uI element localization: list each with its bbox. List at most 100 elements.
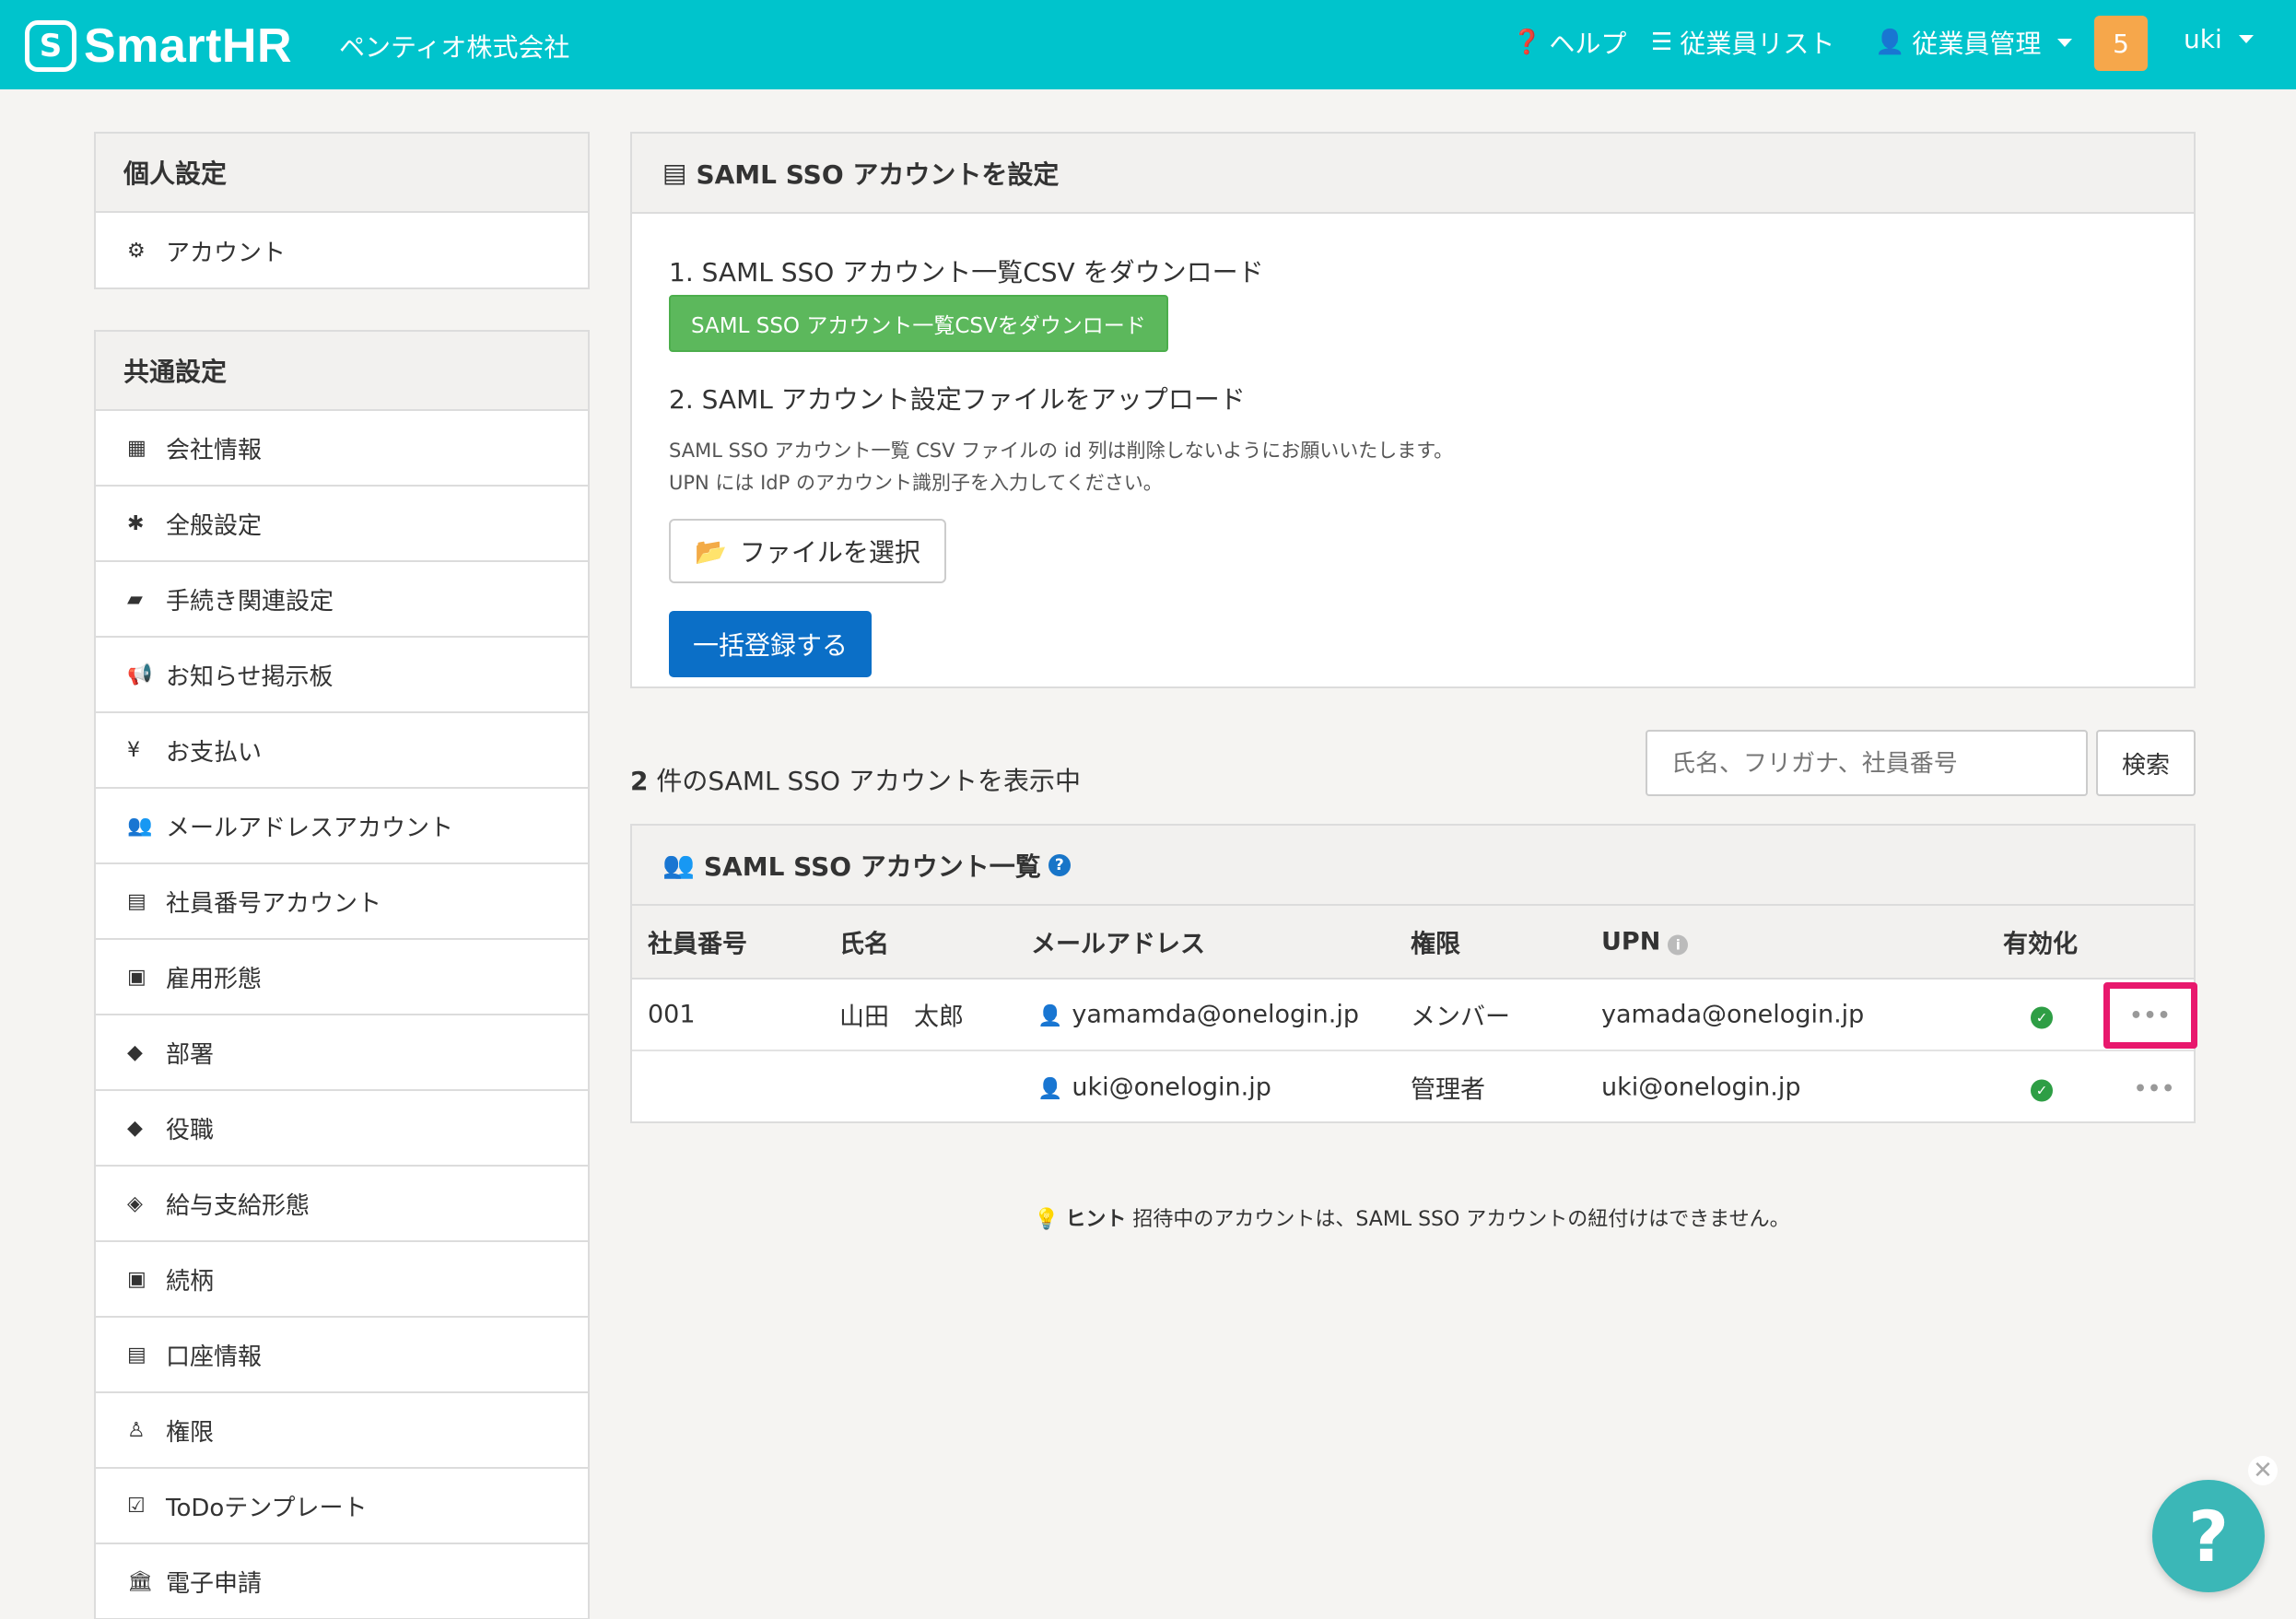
user-icon: 👤 <box>1037 1077 1063 1101</box>
cell-email-text: uki@onelogin.jp <box>1072 1073 1271 1102</box>
bulk-register-button[interactable]: 一括登録する <box>669 611 872 678</box>
user-icon: 👤 <box>1037 1004 1063 1028</box>
sidebar-item-employee-no-accounts[interactable]: ▤ 社員番号アカウント <box>96 864 588 940</box>
cell-role: 管理者 <box>1411 1075 1485 1105</box>
close-help-button[interactable]: ✕ <box>2248 1456 2278 1485</box>
sidebar-item-bulletin[interactable]: 📢 お知らせ掲示板 <box>96 638 588 713</box>
upload-note: SAML SSO アカウント一覧 CSV ファイルの id 列は削除しないように… <box>669 435 2157 499</box>
cell-email: 👤 yamamda@onelogin.jp <box>1037 1001 1359 1029</box>
nav-employee-list-label: 従業員リスト <box>1680 29 1835 59</box>
sidebar-item-employment-type[interactable]: ▣ 雇用形態 <box>96 940 588 1015</box>
user-menu[interactable]: uki <box>2184 24 2254 54</box>
nav-employee-list[interactable]: ☰ 従業員リスト <box>1651 24 1834 61</box>
sidebar-item-procedures[interactable]: ▰ 手続き関連設定 <box>96 562 588 638</box>
users-icon: 👥 <box>127 814 153 838</box>
sidebar-item-salary-type[interactable]: ◈ 給与支給形態 <box>96 1167 588 1242</box>
table-row: 001 山田 太郎 👤 yamamda@onelogin.jp メンバー yama… <box>632 980 2197 1051</box>
nav-help[interactable]: ❓ ヘルプ <box>1512 24 1626 61</box>
enabled-check-icon: ✓ <box>2031 1001 2053 1029</box>
list-icon: ☰ <box>1651 29 1673 56</box>
saml-setup-card: ▤ SAML SSO アカウントを設定 1. SAML SSO アカウント一覧C… <box>630 132 2196 688</box>
saml-setup-title: SAML SSO アカウントを設定 <box>696 158 1060 190</box>
question-circle-icon[interactable]: ? <box>1048 853 1071 876</box>
search-button[interactable]: 検索 <box>2096 730 2196 796</box>
tag-icon: ◆ <box>127 1116 143 1140</box>
sidebar-item-payment[interactable]: ¥ お支払い <box>96 713 588 789</box>
company-name: ペンティオ株式会社 <box>339 32 570 63</box>
smarthr-logo[interactable]: S SmartHR <box>25 18 292 74</box>
sidebar-item-bank-info[interactable]: ▤ 口座情報 <box>96 1318 588 1393</box>
download-csv-button[interactable]: SAML SSO アカウント一覧CSVをダウンロード <box>669 295 1168 352</box>
sidebar-item-positions[interactable]: ◆ 役職 <box>96 1091 588 1167</box>
logo-text: SmartHR <box>84 19 292 73</box>
note-line-1: SAML SSO アカウント一覧 CSV ファイルの id 列は削除しないように… <box>669 440 1454 462</box>
user-icon: 👤 <box>1875 29 1905 56</box>
list-alt-icon: ▤ <box>127 1343 146 1367</box>
sidebar-item-label: ToDoテンプレート <box>166 1494 368 1522</box>
cell-employee-no: 001 <box>648 1000 696 1029</box>
sidebar-item-relationship[interactable]: ▣ 続柄 <box>96 1242 588 1318</box>
result-count-number: 2 <box>630 766 649 796</box>
sidebar-item-label: 役職 <box>166 1116 215 1144</box>
help-chat-button[interactable]: ? <box>2152 1480 2265 1592</box>
folder-open-icon: 📂 <box>695 535 727 567</box>
nav-employee-admin-label: 従業員管理 <box>1912 29 2042 59</box>
saml-setup-header: ▤ SAML SSO アカウントを設定 <box>632 134 2194 214</box>
sidebar-item-label: 給与支給形態 <box>166 1191 310 1220</box>
chevron-down-icon <box>2238 35 2254 43</box>
search-input[interactable] <box>1646 730 2088 796</box>
sidebar-item-account[interactable]: ⚙ アカウント <box>96 213 588 288</box>
users-icon: 👥 <box>662 850 695 880</box>
id-card-icon: ▤ <box>662 158 687 188</box>
ellipsis-icon: ••• <box>2129 1003 2172 1027</box>
common-settings-panel: 共通設定 ▦ 会社情報 ✱ 全般設定 ▰ 手続き関連設定 📢 お知らせ掲示板 ¥ お支払い… <box>94 330 590 1619</box>
yen-icon: ¥ <box>127 738 140 762</box>
sidebar-item-label: 会社情報 <box>166 436 263 464</box>
sidebar-item-company-info[interactable]: ▦ 会社情報 <box>96 411 588 487</box>
hint-label: ヒント <box>1065 1208 1127 1231</box>
money-icon: ◈ <box>127 1191 143 1215</box>
ellipsis-icon: ••• <box>2134 1077 2176 1101</box>
cell-role: メンバー <box>1411 1003 1510 1032</box>
sidebar-item-permissions[interactable]: ♙ 権限 <box>96 1393 588 1469</box>
personal-settings-title: 個人設定 <box>96 134 588 213</box>
col-name[interactable]: 氏名 <box>839 924 889 960</box>
row-actions-button[interactable]: ••• <box>2103 982 2197 1049</box>
table-header-bar: 👥 SAML SSO アカウント一覧 ? <box>632 826 2194 906</box>
table-column-headers: 社員番号 氏名 メールアドレス 権限 UPN i 有効化 <box>632 906 2194 980</box>
step2-label: 2. SAML アカウント設定ファイルをアップロード <box>669 384 1246 415</box>
row-actions-button[interactable]: ••• <box>2134 1073 2175 1102</box>
check-square-icon: ☑ <box>127 1494 146 1518</box>
nav-employee-admin[interactable]: 👤 従業員管理 <box>1875 24 2073 61</box>
step1-label: 1. SAML SSO アカウント一覧CSV をダウンロード <box>669 257 1264 287</box>
sidebar-item-email-accounts[interactable]: 👥 メールアドレスアカウント <box>96 789 588 864</box>
notification-badge[interactable]: 5 <box>2094 16 2148 71</box>
sidebar-item-label: 続柄 <box>166 1267 215 1296</box>
col-enabled[interactable]: 有効化 <box>2003 924 2078 960</box>
choose-file-button[interactable]: 📂 ファイルを選択 <box>669 519 946 584</box>
sidebar-item-label: 社員番号アカウント <box>166 889 382 918</box>
sidebar-item-todo-template[interactable]: ☑ ToDoテンプレート <box>96 1469 588 1544</box>
sidebar-item-label: お支払い <box>166 738 263 767</box>
col-employee-no[interactable]: 社員番号 <box>648 924 747 960</box>
bank-icon: 🏛 <box>127 1569 153 1593</box>
enabled-check-icon: ✓ <box>2031 1073 2053 1102</box>
sidebar-item-general[interactable]: ✱ 全般設定 <box>96 487 588 562</box>
asterisk-icon: ✱ <box>127 511 145 535</box>
sidebar-item-label: 権限 <box>166 1418 215 1447</box>
col-role[interactable]: 権限 <box>1411 924 1460 960</box>
info-icon[interactable]: i <box>1668 934 1689 956</box>
col-email[interactable]: メールアドレス <box>1031 924 1205 960</box>
sidebar-item-label: お知らせ掲示板 <box>166 663 334 691</box>
cell-upn: yamada@onelogin.jp <box>1601 1000 1865 1029</box>
cell-email: 👤 uki@onelogin.jp <box>1037 1073 1271 1102</box>
sidebar-item-e-application[interactable]: 🏛 電子申請 <box>96 1544 588 1619</box>
contact-icon: ▣ <box>127 1267 146 1291</box>
col-upn[interactable]: UPN i <box>1601 928 1689 956</box>
common-settings-title: 共通設定 <box>96 332 588 411</box>
cell-upn: uki@onelogin.jp <box>1601 1073 1801 1102</box>
sidebar-item-departments[interactable]: ◆ 部署 <box>96 1015 588 1091</box>
top-bar: S SmartHR ペンティオ株式会社 ❓ ヘルプ ☰ 従業員リスト 👤 従業員… <box>0 0 2296 89</box>
cell-email-text: yamamda@onelogin.jp <box>1072 1000 1360 1029</box>
choose-file-label: ファイルを選択 <box>739 537 920 569</box>
